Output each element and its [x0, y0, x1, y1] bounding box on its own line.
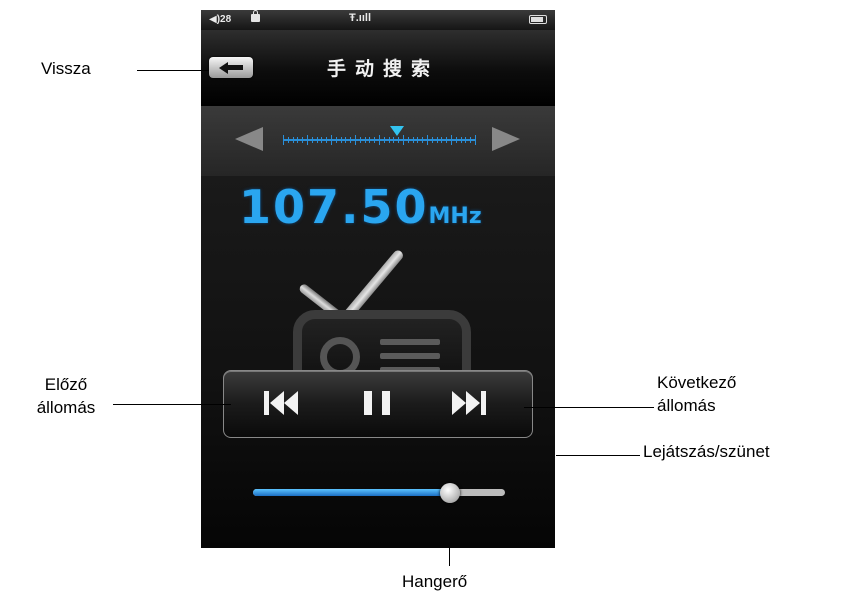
scale-tick	[403, 135, 404, 145]
scale-tick	[331, 135, 332, 145]
scale-tick	[436, 137, 438, 143]
scale-tick	[431, 137, 433, 143]
frequency-marker-icon	[390, 126, 404, 136]
scale-tick	[374, 137, 376, 143]
scale-tick	[417, 137, 419, 143]
scale-tick	[292, 137, 294, 143]
signal-icon: Ŧ.ııll	[349, 12, 371, 24]
scale-tick	[398, 137, 400, 143]
volume-status: ◀)28	[209, 14, 232, 25]
frequency-scale[interactable]	[283, 135, 476, 145]
label-next-line2: állomás	[657, 396, 716, 415]
scale-tick	[388, 137, 390, 143]
scale-tick	[350, 137, 352, 143]
scale-tick	[379, 135, 380, 145]
label-volume: Hangerő	[402, 572, 468, 591]
scale-tick	[287, 137, 289, 143]
tuner-scale	[201, 106, 555, 176]
volume-fill	[253, 489, 450, 496]
scale-tick	[326, 137, 328, 143]
label-prev: Előző állomás	[22, 373, 110, 419]
scale-tick	[427, 135, 428, 145]
scale-tick	[311, 137, 313, 143]
scale-tick	[412, 137, 414, 143]
play-pause-button[interactable]	[356, 385, 404, 423]
title-bar: 手动搜索	[201, 30, 555, 106]
scale-tick	[335, 137, 337, 143]
scale-tick	[321, 137, 323, 143]
scale-tick	[451, 135, 452, 145]
leader-play-pause	[556, 455, 640, 456]
label-prev-line1: Előző	[44, 375, 88, 394]
scale-tick	[446, 137, 448, 143]
scale-tick	[475, 135, 476, 145]
scale-tick	[465, 137, 467, 143]
frequency-unit: MHz	[428, 204, 482, 229]
tune-down-button[interactable]	[235, 127, 263, 151]
label-next: Következő állomás	[657, 371, 736, 417]
scale-tick	[307, 135, 308, 145]
scale-tick	[369, 137, 371, 143]
leader-back	[137, 70, 209, 71]
scale-tick	[422, 137, 424, 143]
back-button[interactable]	[209, 57, 253, 78]
scale-tick	[364, 137, 366, 143]
scale-tick	[283, 135, 284, 145]
scale-tick	[355, 135, 356, 145]
leader-prev	[113, 404, 231, 405]
scale-tick	[359, 137, 361, 143]
scale-tick	[316, 137, 318, 143]
scale-tick	[455, 137, 457, 143]
status-bar: ◀)28 Ŧ.ııll	[201, 10, 555, 30]
next-station-button[interactable]	[444, 385, 492, 423]
scale-tick	[441, 137, 443, 143]
volume-slider[interactable]	[253, 483, 505, 503]
scale-tick	[393, 137, 395, 143]
label-prev-line2: állomás	[36, 398, 96, 417]
scale-tick	[340, 137, 342, 143]
scale-tick	[470, 137, 472, 143]
label-back: Vissza	[41, 59, 91, 78]
playback-controls	[223, 370, 533, 438]
scale-tick	[407, 137, 409, 143]
page-title: 手动搜索	[326, 58, 439, 80]
scale-tick	[297, 137, 299, 143]
label-play-pause: Lejátszás/szünet	[643, 442, 770, 461]
tune-up-button[interactable]	[492, 127, 520, 151]
battery-icon	[529, 15, 547, 24]
scale-tick	[345, 137, 347, 143]
leader-volume	[449, 548, 450, 566]
scale-tick	[460, 137, 462, 143]
volume-knob[interactable]	[439, 483, 460, 503]
frequency-display: 107.50MHz	[239, 180, 555, 234]
label-next-line1: Következő	[657, 373, 737, 392]
scale-tick	[383, 137, 385, 143]
frequency-value: 107.50	[239, 180, 429, 234]
leader-next	[524, 407, 654, 408]
radio-screen: ◀)28 Ŧ.ııll 手动搜索 107.50MHz	[201, 10, 555, 548]
previous-station-button[interactable]	[260, 385, 308, 423]
lock-icon	[251, 10, 260, 22]
scale-tick	[302, 137, 304, 143]
